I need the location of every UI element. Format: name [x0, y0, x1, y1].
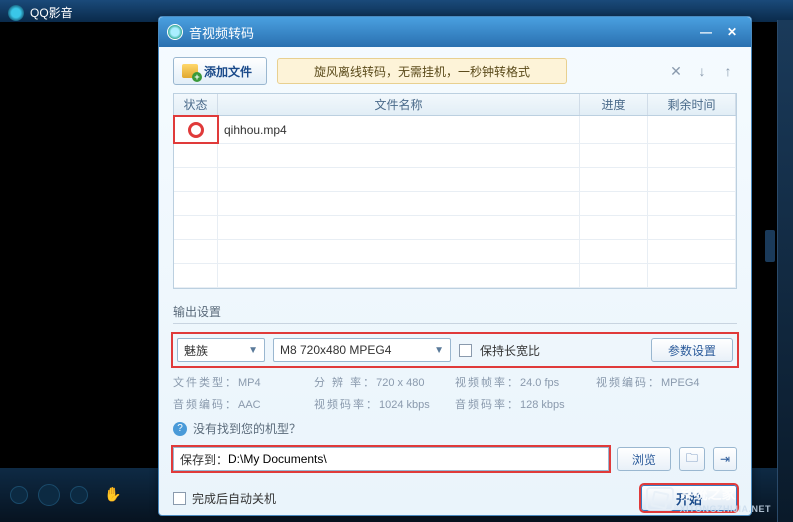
player-title: QQ影音 [8, 4, 73, 21]
chevron-down-icon: ▼ [434, 345, 444, 356]
col-status[interactable]: 状态 [174, 94, 218, 115]
move-up-icon[interactable]: ↑ [719, 62, 737, 80]
prev-button[interactable] [10, 486, 28, 504]
row-time-cell [648, 116, 736, 143]
table-row [174, 192, 736, 216]
meta-val: MPEG4 [661, 377, 700, 389]
dialog-title: 音视频转码 [189, 23, 254, 42]
player-side-panel [777, 20, 793, 522]
dialog-titlebar[interactable]: 音视频转码 — ✕ [159, 17, 751, 47]
status-pending-icon [189, 123, 203, 137]
params-button[interactable]: 参数设置 [651, 338, 733, 362]
eject-button[interactable]: ⇥ [713, 447, 737, 471]
promo-banner[interactable]: 旋风离线转码，无需挂机，一秒钟转格式 [277, 58, 567, 84]
qqplayer-logo-icon [8, 5, 24, 21]
folder-icon: 🗀 [686, 449, 698, 470]
start-button[interactable]: 开始 [641, 485, 737, 511]
open-folder-button[interactable]: 🗀 [679, 447, 705, 471]
meta-val: 24.0 fps [520, 377, 559, 389]
dialog-logo-icon [167, 24, 183, 40]
output-meta: 文件类型：MP4 分 辨 率：720 x 480 视频帧率：24.0 fps 视… [173, 374, 737, 412]
meta-key: 音频码率： [455, 399, 520, 411]
meta-key: 视频帧率： [455, 377, 520, 389]
keep-aspect-label: 保持长宽比 [480, 342, 540, 359]
meta-val: 128 kbps [520, 399, 565, 411]
add-file-button[interactable]: 添加文件 [173, 57, 267, 85]
brand-value: 魅族 [184, 342, 208, 359]
close-button[interactable]: ✕ [721, 24, 743, 40]
model-value: M8 720x480 MPEG4 [280, 343, 391, 357]
save-path-value: D:\My Documents\ [228, 452, 327, 466]
file-name: qihhou.mp4 [224, 123, 287, 137]
add-file-label: 添加文件 [204, 63, 252, 80]
meta-val: 720 x 480 [376, 377, 424, 389]
row-progress-cell [580, 116, 648, 143]
shutdown-label: 完成后自动关机 [192, 490, 276, 507]
gesture-icon[interactable]: ✋ [104, 486, 122, 504]
meta-key: 音频编码： [173, 399, 238, 411]
transcode-dialog: 音视频转码 — ✕ 添加文件 旋风离线转码，无需挂机，一秒钟转格式 ✕ ↓ ↑ … [158, 16, 752, 516]
file-table: 状态 文件名称 进度 剩余时间 qihhou.mp4 [173, 93, 737, 289]
folder-add-icon [182, 64, 198, 78]
remove-icon[interactable]: ✕ [667, 62, 685, 80]
table-row[interactable]: qihhou.mp4 [174, 116, 736, 144]
row-status-cell [174, 116, 218, 143]
help-icon[interactable]: ? [173, 422, 187, 436]
meta-val: MP4 [238, 377, 261, 389]
save-path-box[interactable]: 保存到： D:\My Documents\ [173, 447, 609, 471]
col-progress[interactable]: 进度 [580, 94, 648, 115]
table-row [174, 168, 736, 192]
meta-val: 1024 kbps [379, 399, 430, 411]
keep-aspect-checkbox[interactable] [459, 344, 472, 357]
save-to-label: 保存到： [180, 451, 228, 468]
brand-select[interactable]: 魅族 ▼ [177, 338, 265, 362]
output-settings-row: 魅族 ▼ M8 720x480 MPEG4 ▼ 保持长宽比 参数设置 [173, 334, 737, 366]
col-name[interactable]: 文件名称 [218, 94, 580, 115]
meta-key: 视频编码： [596, 377, 661, 389]
toolbar: 添加文件 旋风离线转码，无需挂机，一秒钟转格式 ✕ ↓ ↑ [173, 57, 737, 85]
meta-key: 视频码率： [314, 399, 379, 411]
help-row: ? 没有找到您的机型？ [173, 420, 737, 437]
help-text[interactable]: 没有找到您的机型？ [193, 420, 301, 437]
meta-val: AAC [238, 399, 261, 411]
next-button[interactable] [70, 486, 88, 504]
table-header: 状态 文件名称 进度 剩余时间 [174, 94, 736, 116]
output-section-title: 输出设置 [173, 303, 737, 324]
shutdown-checkbox[interactable] [173, 492, 186, 505]
dialog-footer: 完成后自动关机 开始 [173, 485, 737, 511]
meta-key: 文件类型： [173, 377, 238, 389]
row-name-cell: qihhou.mp4 [218, 116, 580, 143]
promo-text: 旋风离线转码，无需挂机，一秒钟转格式 [314, 63, 530, 80]
move-down-icon[interactable]: ↓ [693, 62, 711, 80]
browse-button[interactable]: 浏览 [617, 447, 671, 471]
play-button[interactable] [38, 484, 60, 506]
table-row [174, 216, 736, 240]
table-row [174, 264, 736, 288]
chevron-down-icon: ▼ [248, 345, 258, 356]
minimize-button[interactable]: — [695, 24, 717, 40]
model-select[interactable]: M8 720x480 MPEG4 ▼ [273, 338, 451, 362]
meta-key: 分 辨 率： [314, 377, 376, 389]
device-icon: ⇥ [720, 452, 730, 466]
table-body: qihhou.mp4 [174, 116, 736, 288]
col-time[interactable]: 剩余时间 [648, 94, 736, 115]
table-row [174, 240, 736, 264]
save-row: 保存到： D:\My Documents\ 浏览 🗀 ⇥ [173, 447, 737, 471]
player-panel-collapse[interactable] [765, 230, 775, 262]
player-title-text: QQ影音 [30, 4, 73, 21]
table-row [174, 144, 736, 168]
